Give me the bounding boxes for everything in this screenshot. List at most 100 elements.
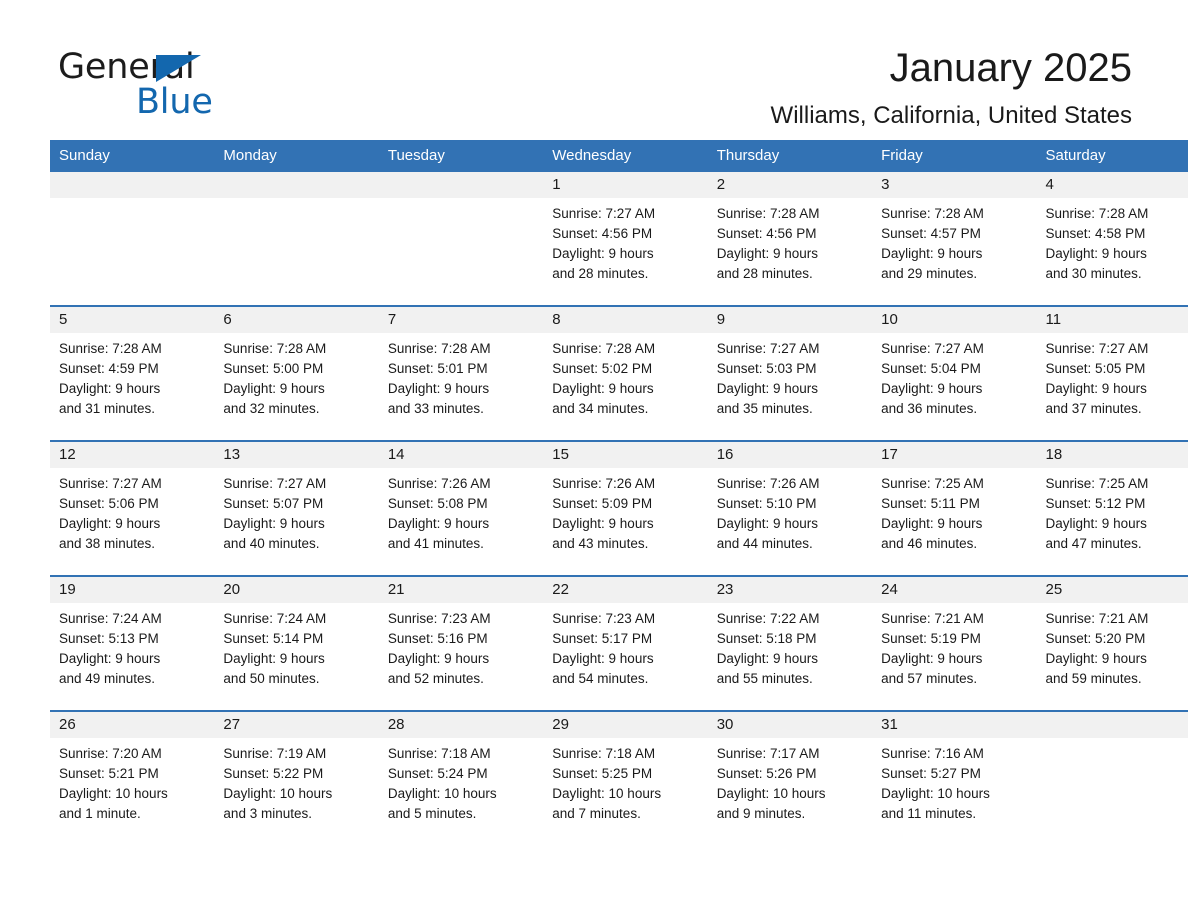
day-cell[interactable]: [214, 172, 379, 306]
column-header-thursday: Thursday: [707, 140, 873, 172]
calendar-header-row: Sunday Monday Tuesday Wednesday Thursday…: [50, 140, 1188, 172]
day-cell[interactable]: 27 Sunrise: 7:19 AM Sunset: 5:22 PM Dayl…: [214, 710, 379, 845]
day-cell[interactable]: 17 Sunrise: 7:25 AM Sunset: 5:11 PM Dayl…: [872, 440, 1037, 576]
sunrise-text: Sunrise: 7:28 AM: [387, 341, 491, 356]
daylight-text-line1: Daylight: 9 hours: [1045, 516, 1147, 531]
week-row: 1 Sunrise: 7:27 AM Sunset: 4:56 PM Dayli…: [50, 172, 1188, 306]
day-cell[interactable]: 16 Sunrise: 7:26 AM Sunset: 5:10 PM Dayl…: [707, 440, 873, 576]
day-cell[interactable]: 24 Sunrise: 7:21 AM Sunset: 5:19 PM Dayl…: [872, 575, 1037, 711]
day-cell[interactable]: [378, 172, 544, 306]
day-cell[interactable]: 11 Sunrise: 7:27 AM Sunset: 5:05 PM Dayl…: [1036, 305, 1188, 441]
day-cell[interactable]: 29 Sunrise: 7:18 AM Sunset: 5:25 PM Dayl…: [543, 710, 708, 845]
daylight-text-line2: and 34 minutes.: [552, 401, 649, 416]
day-details: Sunrise: 7:27 AM Sunset: 5:05 PM Dayligh…: [1037, 333, 1188, 419]
sunrise-text: Sunrise: 7:24 AM: [59, 611, 162, 626]
day-details: Sunrise: 7:26 AM Sunset: 5:09 PM Dayligh…: [543, 468, 707, 554]
day-cell[interactable]: 19 Sunrise: 7:24 AM Sunset: 5:13 PM Dayl…: [50, 575, 215, 711]
day-cell[interactable]: 3 Sunrise: 7:28 AM Sunset: 4:57 PM Dayli…: [872, 172, 1037, 306]
sunrise-text: Sunrise: 7:26 AM: [387, 476, 491, 491]
day-cell[interactable]: 18 Sunrise: 7:25 AM Sunset: 5:12 PM Dayl…: [1036, 440, 1188, 576]
daylight-text-line2: and 7 minutes.: [552, 806, 641, 821]
day-cell[interactable]: 7 Sunrise: 7:28 AM Sunset: 5:01 PM Dayli…: [378, 305, 544, 441]
day-cell[interactable]: 26 Sunrise: 7:20 AM Sunset: 5:21 PM Dayl…: [50, 710, 215, 845]
sunrise-text: Sunrise: 7:17 AM: [716, 746, 820, 761]
day-number: 2: [707, 172, 873, 198]
day-details: Sunrise: 7:21 AM Sunset: 5:19 PM Dayligh…: [872, 603, 1036, 689]
day-details: Sunrise: 7:27 AM Sunset: 5:04 PM Dayligh…: [872, 333, 1036, 419]
daylight-text-line2: and 38 minutes.: [59, 536, 156, 551]
title-block: January 2025 Williams, California, Unite…: [771, 44, 1132, 132]
day-number: 19: [50, 577, 215, 603]
sunset-text: Sunset: 5:16 PM: [387, 631, 488, 646]
week-row: 12 Sunrise: 7:27 AM Sunset: 5:06 PM Dayl…: [50, 440, 1188, 576]
daylight-text-line2: and 28 minutes.: [552, 266, 649, 281]
day-cell[interactable]: 10 Sunrise: 7:27 AM Sunset: 5:04 PM Dayl…: [872, 305, 1037, 441]
day-cell[interactable]: 9 Sunrise: 7:27 AM Sunset: 5:03 PM Dayli…: [707, 305, 873, 441]
sunrise-text: Sunrise: 7:16 AM: [881, 746, 984, 761]
daylight-text-line1: Daylight: 9 hours: [552, 246, 654, 261]
daylight-text-line1: Daylight: 9 hours: [59, 651, 161, 666]
daylight-text-line1: Daylight: 9 hours: [552, 651, 654, 666]
day-number: 7: [378, 307, 544, 333]
day-details: Sunrise: 7:23 AM Sunset: 5:17 PM Dayligh…: [543, 603, 707, 689]
day-cell[interactable]: 28 Sunrise: 7:18 AM Sunset: 5:24 PM Dayl…: [378, 710, 544, 845]
day-cell[interactable]: 6 Sunrise: 7:28 AM Sunset: 5:00 PM Dayli…: [214, 305, 379, 441]
daylight-text-line1: Daylight: 9 hours: [716, 381, 818, 396]
day-details: Sunrise: 7:27 AM Sunset: 5:03 PM Dayligh…: [708, 333, 872, 419]
sunrise-text: Sunrise: 7:27 AM: [223, 476, 327, 491]
daylight-text-line2: and 28 minutes.: [716, 266, 813, 281]
daylight-text-line1: Daylight: 9 hours: [552, 516, 654, 531]
daylight-text-line2: and 33 minutes.: [387, 401, 484, 416]
sunset-text: Sunset: 5:19 PM: [881, 631, 981, 646]
daylight-text-line2: and 59 minutes.: [1045, 671, 1142, 686]
sunset-text: Sunset: 5:18 PM: [716, 631, 817, 646]
sunset-text: Sunset: 5:07 PM: [223, 496, 324, 511]
day-cell[interactable]: 13 Sunrise: 7:27 AM Sunset: 5:07 PM Dayl…: [214, 440, 379, 576]
day-cell[interactable]: 31 Sunrise: 7:16 AM Sunset: 5:27 PM Dayl…: [872, 710, 1037, 845]
day-cell[interactable]: 25 Sunrise: 7:21 AM Sunset: 5:20 PM Dayl…: [1036, 575, 1188, 711]
sunrise-text: Sunrise: 7:22 AM: [716, 611, 820, 626]
week-row: 19 Sunrise: 7:24 AM Sunset: 5:13 PM Dayl…: [50, 575, 1188, 711]
column-header-sunday: Sunday: [50, 140, 215, 172]
day-cell[interactable]: 30 Sunrise: 7:17 AM Sunset: 5:26 PM Dayl…: [707, 710, 873, 845]
day-cell[interactable]: 15 Sunrise: 7:26 AM Sunset: 5:09 PM Dayl…: [543, 440, 708, 576]
day-details: [214, 198, 378, 204]
sunrise-text: Sunrise: 7:26 AM: [552, 476, 656, 491]
day-cell[interactable]: 20 Sunrise: 7:24 AM Sunset: 5:14 PM Dayl…: [214, 575, 379, 711]
day-details: Sunrise: 7:27 AM Sunset: 5:06 PM Dayligh…: [50, 468, 214, 554]
daylight-text-line1: Daylight: 9 hours: [881, 246, 983, 261]
day-cell[interactable]: 4 Sunrise: 7:28 AM Sunset: 4:58 PM Dayli…: [1036, 172, 1188, 306]
sunset-text: Sunset: 5:27 PM: [881, 766, 981, 781]
day-cell[interactable]: 23 Sunrise: 7:22 AM Sunset: 5:18 PM Dayl…: [707, 575, 873, 711]
day-cell[interactable]: [1036, 710, 1188, 845]
sunset-text: Sunset: 5:13 PM: [59, 631, 159, 646]
daylight-text-line2: and 44 minutes.: [716, 536, 813, 551]
daylight-text-line2: and 43 minutes.: [552, 536, 649, 551]
daylight-text-line1: Daylight: 10 hours: [387, 786, 497, 801]
day-number: 26: [50, 712, 215, 738]
day-cell[interactable]: 21 Sunrise: 7:23 AM Sunset: 5:16 PM Dayl…: [378, 575, 544, 711]
day-number: 15: [543, 442, 708, 468]
day-cell[interactable]: 1 Sunrise: 7:27 AM Sunset: 4:56 PM Dayli…: [543, 172, 708, 306]
daylight-text-line2: and 31 minutes.: [59, 401, 156, 416]
day-cell[interactable]: 5 Sunrise: 7:28 AM Sunset: 4:59 PM Dayli…: [50, 305, 215, 441]
daylight-text-line1: Daylight: 9 hours: [59, 516, 161, 531]
day-cell[interactable]: 2 Sunrise: 7:28 AM Sunset: 4:56 PM Dayli…: [707, 172, 873, 306]
logo-text-blue: Blue: [136, 82, 213, 122]
day-number: 23: [707, 577, 873, 603]
day-number: 4: [1036, 172, 1188, 198]
daylight-text-line2: and 55 minutes.: [716, 671, 813, 686]
daylight-text-line1: Daylight: 9 hours: [716, 516, 818, 531]
sunset-text: Sunset: 4:56 PM: [716, 226, 817, 241]
day-cell[interactable]: 14 Sunrise: 7:26 AM Sunset: 5:08 PM Dayl…: [378, 440, 544, 576]
page-header: General Blue January 2025 Williams, Cali…: [50, 0, 1138, 140]
day-number: 8: [543, 307, 708, 333]
day-cell[interactable]: 22 Sunrise: 7:23 AM Sunset: 5:17 PM Dayl…: [543, 575, 708, 711]
day-cell[interactable]: [50, 172, 215, 306]
sunrise-text: Sunrise: 7:20 AM: [59, 746, 162, 761]
day-cell[interactable]: 12 Sunrise: 7:27 AM Sunset: 5:06 PM Dayl…: [50, 440, 215, 576]
day-number: 16: [707, 442, 873, 468]
day-number: 21: [378, 577, 544, 603]
day-cell[interactable]: 8 Sunrise: 7:28 AM Sunset: 5:02 PM Dayli…: [543, 305, 708, 441]
page-title: January 2025: [889, 46, 1132, 90]
